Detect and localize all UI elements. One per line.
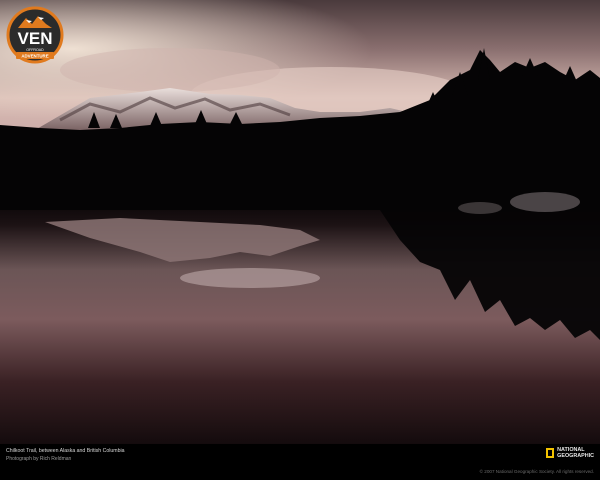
photo-title: Chilkoot Trail, between Alaska and Briti… xyxy=(6,448,125,454)
rock xyxy=(458,202,502,214)
ven-adventure-logo: VEN OFFROAD ADVENTURE xyxy=(6,6,64,64)
lake-reflection-scene xyxy=(0,0,600,444)
photo-credit: Photograph by Rich Reldman xyxy=(6,456,72,462)
logo-ribbon-text: ADVENTURE xyxy=(21,54,48,59)
yellow-border-icon xyxy=(546,448,555,458)
logo-main-text: VEN xyxy=(18,29,53,48)
national-geographic-logo: NATIONAL GEOGRAPHIC xyxy=(546,447,594,459)
cloud xyxy=(60,48,280,92)
rock xyxy=(510,192,580,212)
cloud-reflection xyxy=(180,268,320,288)
copyright-notice: © 2007 National Geographic Society. All … xyxy=(479,469,594,474)
landscape-photo xyxy=(0,0,600,444)
caption-bar: Chilkoot Trail, between Alaska and Briti… xyxy=(0,444,600,480)
publisher-line2: GEOGRAPHIC xyxy=(557,453,594,459)
wallpaper: VEN OFFROAD ADVENTURE Chilkoot Trail, be… xyxy=(0,0,600,480)
logo-top-text: OFFROAD xyxy=(26,48,44,52)
